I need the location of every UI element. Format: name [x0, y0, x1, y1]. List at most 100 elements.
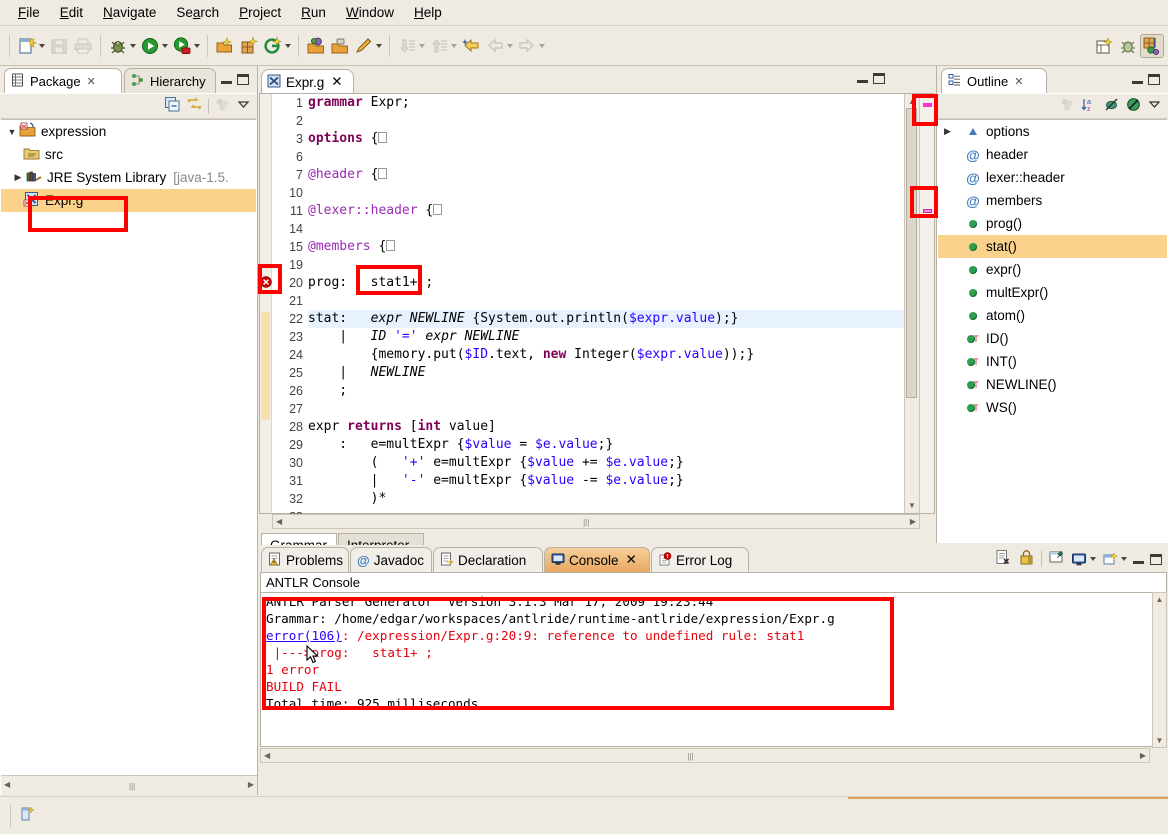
menu-file[interactable]: File	[8, 2, 50, 23]
chevron-down-icon[interactable]	[419, 43, 425, 48]
debug-perspective-button[interactable]	[1116, 34, 1140, 58]
tab-error-log[interactable]: Error Log	[651, 547, 749, 572]
twisty-expanded-icon[interactable]: ▼	[5, 127, 19, 137]
code-line[interactable]: ( '+' e=multExpr {$value += $e.value;}	[308, 454, 904, 472]
outline-item-int[interactable]: T INT()	[938, 350, 1167, 373]
open-task-button[interactable]	[328, 34, 352, 58]
collapse-all-icon[interactable]	[164, 96, 181, 116]
code-line[interactable]: @lexer::header {	[308, 202, 904, 220]
hide-nonpublic-icon[interactable]	[1103, 96, 1120, 116]
maximize-icon[interactable]	[1148, 74, 1160, 85]
close-icon[interactable]: ✕	[1014, 75, 1023, 88]
menu-run[interactable]: Run	[291, 2, 336, 23]
outline-tree[interactable]: ▶ options @ header @ lexer::header @ mem…	[938, 119, 1167, 542]
package-explorer-hscrollbar[interactable]: ◀ ▶ |||	[1, 775, 257, 795]
code-line[interactable]: : e=multExpr {$value = $e.value;}	[308, 436, 904, 454]
code-line[interactable]	[308, 112, 904, 130]
tree-item-src[interactable]: src	[1, 143, 256, 166]
code-line[interactable]	[308, 400, 904, 418]
scroll-right-arrow-icon[interactable]: ▶	[1140, 751, 1146, 760]
open-console-icon[interactable]	[1102, 551, 1127, 568]
open-perspective-button[interactable]	[1092, 34, 1116, 58]
outline-item-stat[interactable]: stat()	[938, 235, 1167, 258]
code-line[interactable]: | ID '=' expr NEWLINE	[308, 328, 904, 346]
chevron-down-icon[interactable]	[1121, 557, 1127, 561]
next-annotation-button[interactable]	[395, 34, 427, 58]
sort-az-icon[interactable]: a z	[1081, 96, 1098, 116]
outline-item-newline[interactable]: T NEWLINE()	[938, 373, 1167, 396]
code-line[interactable]: @header {	[308, 166, 904, 184]
overview-marker-top[interactable]	[923, 103, 932, 107]
editor-text-area[interactable]: grammar Expr; options { @header { @lexer…	[306, 94, 904, 513]
outline-item-ws[interactable]: T WS()	[938, 396, 1167, 419]
chevron-down-icon[interactable]	[285, 43, 291, 48]
tab-hierarchy[interactable]: Hierarchy	[124, 68, 216, 93]
scroll-thumb-grip[interactable]: |||	[687, 752, 693, 761]
close-icon[interactable]: ✕	[626, 552, 637, 568]
pin-console-icon[interactable]	[1048, 549, 1065, 569]
scroll-right-arrow-icon[interactable]: ▶	[910, 517, 916, 526]
code-line[interactable]	[308, 292, 904, 310]
chevron-down-icon[interactable]	[39, 43, 45, 48]
display-console-icon[interactable]	[1071, 551, 1096, 568]
menu-window[interactable]: Window	[336, 2, 404, 23]
outline-item-header[interactable]: @ header	[938, 143, 1167, 166]
menu-project[interactable]: Project	[229, 2, 291, 23]
tab-console[interactable]: Console ✕	[544, 547, 650, 572]
code-line[interactable]	[308, 148, 904, 166]
antlr-perspective-button[interactable]	[1140, 33, 1164, 58]
scroll-up-arrow-icon[interactable]: ▲	[905, 97, 919, 106]
focus-task-icon[interactable]	[1059, 96, 1076, 116]
save-button[interactable]	[47, 34, 71, 58]
tree-item-jre-system-library[interactable]: ▶ JRE System Library [java-1.5.	[1, 166, 256, 189]
hide-fields-icon[interactable]	[1125, 96, 1142, 116]
outline-item-options[interactable]: ▶ options	[938, 120, 1167, 143]
outline-item-id[interactable]: T ID()	[938, 327, 1167, 350]
menu-search[interactable]: Search	[166, 2, 229, 23]
error-marker-icon[interactable]	[260, 276, 272, 291]
maximize-icon[interactable]	[873, 73, 885, 84]
code-line[interactable]: {memory.put($ID.text, new Integer($expr.…	[308, 346, 904, 364]
forward-button[interactable]	[515, 34, 547, 58]
code-line-prog[interactable]: prog: stat1+ ;	[308, 274, 904, 292]
search-button[interactable]	[352, 34, 384, 58]
tab-javadoc[interactable]: @ Javadoc	[350, 547, 432, 572]
maximize-icon[interactable]	[237, 74, 249, 85]
tab-declaration[interactable]: Declaration	[433, 547, 543, 572]
outline-item-atom[interactable]: atom()	[938, 304, 1167, 327]
new-class-button[interactable]	[261, 34, 293, 58]
code-line[interactable]	[308, 184, 904, 202]
new-wizard-button[interactable]	[15, 34, 47, 58]
menu-help[interactable]: Help	[404, 2, 452, 23]
outline-item-lexer-header[interactable]: @ lexer::header	[938, 166, 1167, 189]
chevron-down-icon[interactable]	[1090, 557, 1096, 561]
chevron-down-icon[interactable]	[130, 43, 136, 48]
code-line-stat[interactable]: stat: expr NEWLINE {System.out.println($…	[308, 310, 904, 328]
code-line[interactable]: ;	[308, 382, 904, 400]
open-type-button[interactable]	[304, 34, 328, 58]
tree-item-expression[interactable]: ▼ expression	[1, 120, 256, 143]
tab-expr-g[interactable]: Expr.g ✕	[261, 69, 354, 94]
editor-horizontal-scrollbar[interactable]: ◀ ▶ |||	[272, 514, 920, 529]
tab-problems[interactable]: Problems	[261, 547, 349, 572]
run-button[interactable]	[138, 34, 170, 58]
scroll-left-arrow-icon[interactable]: ◀	[4, 780, 10, 789]
focus-task-icon[interactable]	[214, 96, 231, 116]
code-line[interactable]	[308, 220, 904, 238]
scroll-down-arrow-icon[interactable]: ▼	[1153, 736, 1166, 745]
tab-outline[interactable]: Outline ✕	[941, 68, 1047, 93]
chevron-down-icon[interactable]	[539, 43, 545, 48]
code-line[interactable]: | NEWLINE	[308, 364, 904, 382]
new-java-project-button[interactable]	[213, 34, 237, 58]
outline-item-members[interactable]: @ members	[938, 189, 1167, 212]
code-line[interactable]: grammar Expr;	[308, 94, 904, 112]
scroll-left-arrow-icon[interactable]: ◀	[276, 517, 282, 526]
view-menu-icon[interactable]	[236, 97, 251, 115]
console-horizontal-scrollbar[interactable]: ◀ ▶ |||	[260, 748, 1150, 763]
chevron-down-icon[interactable]	[507, 43, 513, 48]
tab-package-explorer[interactable]: Package ✕	[4, 68, 122, 93]
scroll-down-arrow-icon[interactable]: ▼	[905, 501, 919, 510]
package-explorer-tree[interactable]: ▼ expression src ▶ JRE System Library [j…	[1, 119, 256, 773]
overview-marker-error[interactable]	[923, 209, 932, 213]
code-line[interactable]: @members {	[308, 238, 904, 256]
